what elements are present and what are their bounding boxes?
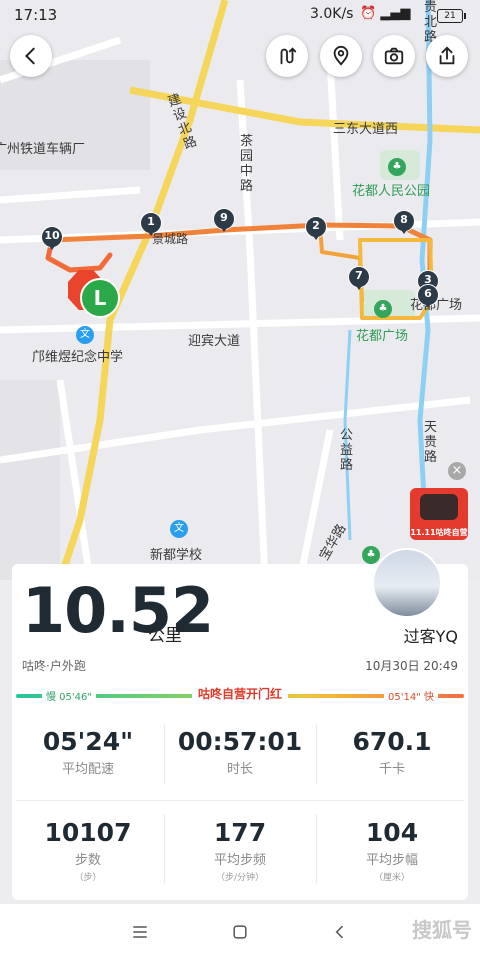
distance-unit: 公里 — [148, 626, 182, 646]
username[interactable]: 过客YQ — [404, 623, 458, 647]
location-button[interactable] — [320, 35, 362, 77]
school-icon: 文 — [170, 520, 188, 538]
label-huadu-green: 花都广场 — [356, 329, 409, 344]
km-marker[interactable]: 2 — [305, 216, 327, 240]
share-icon — [439, 46, 455, 65]
summary-card: 10.52 公里 过客YQ 咕咚·户外跑 10月30日 20:49 慢 05'4… — [12, 548, 468, 900]
home-button[interactable] — [228, 920, 252, 944]
camera-icon — [384, 47, 404, 65]
promo-ad[interactable]: 11.11咕咚自营 — [410, 488, 468, 540]
label-yingbin: 迎宾大道 — [188, 334, 241, 349]
camera-button[interactable] — [373, 35, 415, 77]
stat-cadence: 177 平均步频 （步/分钟） — [213, 818, 267, 883]
label-gongyi: 公益路 — [340, 428, 354, 473]
label-chayuan: 茶园中路 — [240, 134, 254, 194]
km-marker[interactable]: 8 — [393, 210, 415, 234]
route-icon — [280, 47, 297, 65]
avatar[interactable] — [372, 548, 442, 618]
label-tiangui: 天贵路 — [424, 420, 438, 465]
park-icon: ♣ — [374, 300, 392, 318]
park-icon: ♣ — [388, 158, 406, 176]
battery-icon: 21 — [437, 9, 466, 23]
pace-slow-label: 慢 05'46" — [42, 688, 96, 703]
ad-close-icon[interactable]: × — [448, 462, 466, 480]
route-toggle-button[interactable] — [266, 35, 308, 77]
pace-fast-label: 05'14" 快 — [384, 688, 438, 703]
km-marker[interactable]: 7 — [348, 266, 370, 290]
divider — [316, 724, 317, 784]
location-icon — [333, 45, 349, 66]
promo-banner[interactable]: 咕咚自营开门红 — [192, 685, 289, 702]
alarm-icon: ⏰ — [360, 6, 377, 21]
start-marker[interactable]: L — [80, 278, 120, 318]
stat-steps: 10107 步数 （步） — [44, 818, 132, 883]
km-marker[interactable]: 9 — [213, 208, 235, 232]
activity-datetime: 10月30日 20:49 — [365, 659, 458, 673]
stat-calories: 670.1 千卡 — [352, 727, 432, 777]
label-railway: 广州铁道车辆厂 — [0, 142, 86, 157]
system-nav-bar: 搜狐号 — [0, 904, 480, 960]
menu-icon — [133, 926, 147, 938]
km-marker[interactable]: 1 — [140, 212, 162, 236]
stat-avg-pace: 05'24" 平均配速 — [42, 727, 134, 777]
share-button[interactable] — [426, 35, 468, 77]
back-nav-button[interactable] — [328, 920, 352, 944]
divider — [164, 814, 165, 884]
signal-icon: ▂▄▆ — [380, 6, 411, 21]
activity-source: 咕咚·户外跑 — [22, 659, 86, 673]
stat-duration: 00:57:01 时长 — [177, 727, 303, 777]
status-time: 17:13 — [14, 6, 58, 24]
status-icons: ⏰ ▂▄▆ — [360, 6, 410, 21]
km-marker[interactable]: 10 — [41, 226, 63, 250]
distance-value: 10.52 — [22, 574, 214, 647]
stat-stride: 104 平均步幅 （厘米） — [365, 818, 419, 883]
park-icon: ♣ — [362, 546, 380, 564]
watermark: 搜狐号 — [412, 918, 472, 942]
status-bar: 17:13 3.0K/s ⏰ ▂▄▆ 21 — [0, 0, 480, 32]
label-sandong: 三东大道西 — [333, 122, 399, 137]
home-icon — [233, 925, 247, 939]
school-icon: 文 — [76, 326, 94, 344]
route-map[interactable]: 广州铁道车辆厂 建设北路 茶园中路 三东大道西 花都人民公园 迎宾大道 邝维煜纪… — [0, 0, 480, 580]
label-xindu: 新都学校 — [150, 548, 203, 563]
divider — [16, 800, 464, 801]
back-icon — [335, 925, 344, 939]
menu-button[interactable] — [128, 920, 152, 944]
label-school1: 邝维煜纪念中学 — [32, 350, 124, 365]
km-marker[interactable]: 6 — [417, 284, 439, 308]
back-icon — [24, 47, 35, 65]
divider — [316, 814, 317, 884]
label-park: 花都人民公园 — [352, 184, 431, 199]
back-button[interactable] — [10, 35, 52, 77]
divider — [164, 724, 165, 784]
network-speed: 3.0K/s — [310, 6, 354, 22]
